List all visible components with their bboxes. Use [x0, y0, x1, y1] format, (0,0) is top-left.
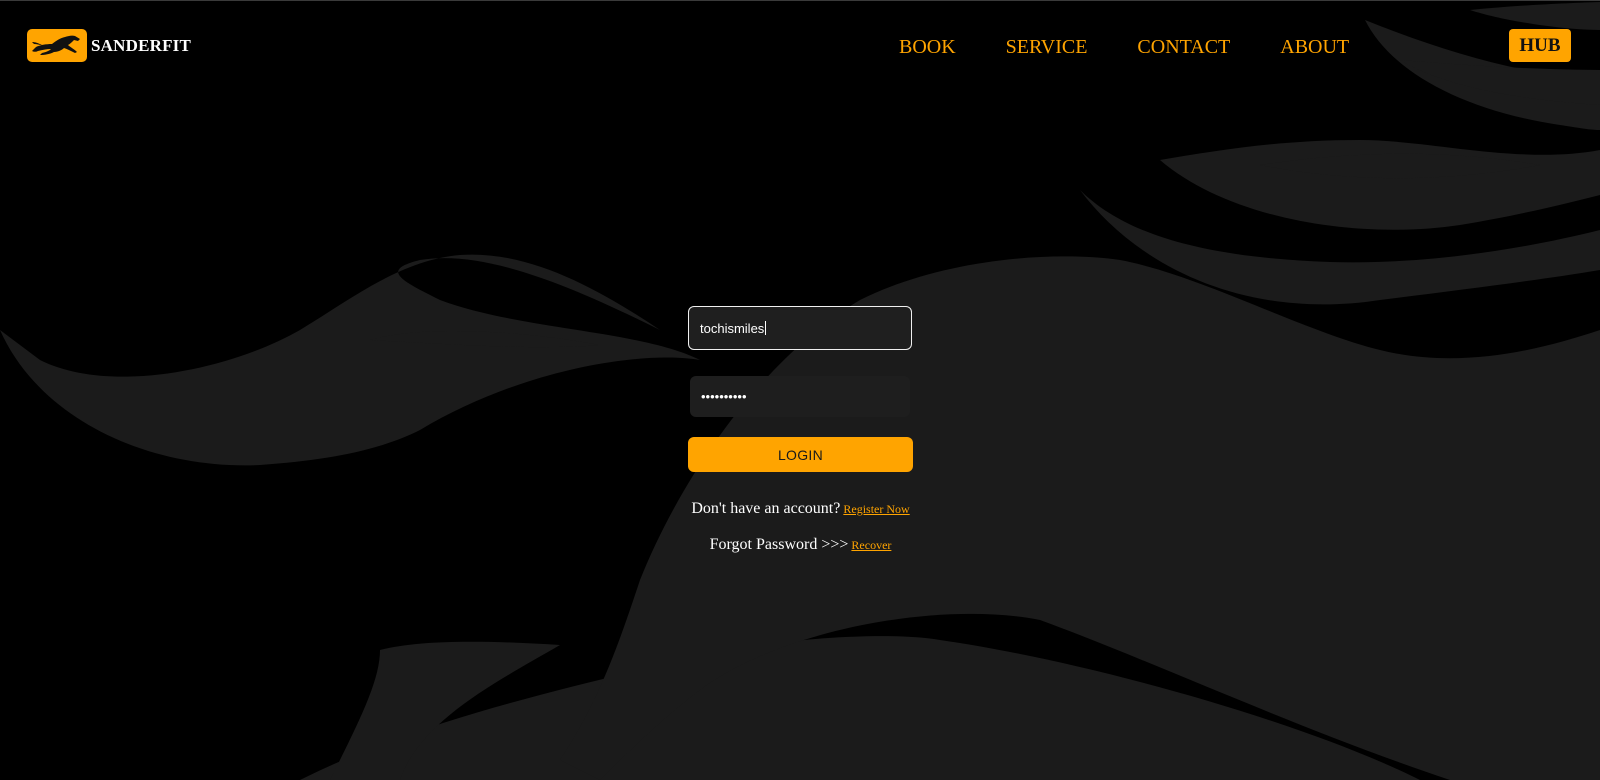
login-button[interactable]: LOGIN	[688, 437, 913, 472]
nav-service[interactable]: SERVICE	[1006, 36, 1088, 58]
username-value: tochismiles	[700, 320, 765, 336]
forgot-password-prompt: Forgot Password >>>	[709, 536, 849, 553]
text-caret	[765, 321, 767, 335]
brand-name[interactable]: SANDERFIT	[91, 36, 191, 56]
login-form: tochismiles •••••••••• LOGIN Don't have …	[688, 306, 913, 554]
horse-icon[interactable]	[27, 29, 87, 62]
recover-line: Forgot Password >>> Recover	[688, 536, 913, 554]
register-now-link[interactable]: Register Now	[843, 502, 909, 516]
main-nav: BOOK SERVICE CONTACT ABOUT	[899, 36, 1399, 58]
register-line: Don't have an account? Register Now	[688, 500, 913, 518]
login-page: SANDERFIT BOOK SERVICE CONTACT ABOUT HUB…	[0, 0, 1600, 780]
register-prompt: Don't have an account?	[691, 500, 841, 517]
username-input[interactable]: tochismiles	[688, 306, 912, 350]
nav-book[interactable]: BOOK	[899, 36, 956, 58]
nav-about[interactable]: ABOUT	[1280, 36, 1349, 58]
password-value: ••••••••••	[701, 389, 747, 404]
nav-contact[interactable]: CONTACT	[1137, 36, 1230, 58]
hub-button[interactable]: HUB	[1509, 29, 1571, 62]
recover-link[interactable]: Recover	[851, 538, 891, 552]
brand[interactable]: SANDERFIT	[27, 29, 191, 62]
password-input[interactable]: ••••••••••	[690, 376, 910, 417]
top-border	[0, 0, 1600, 1]
